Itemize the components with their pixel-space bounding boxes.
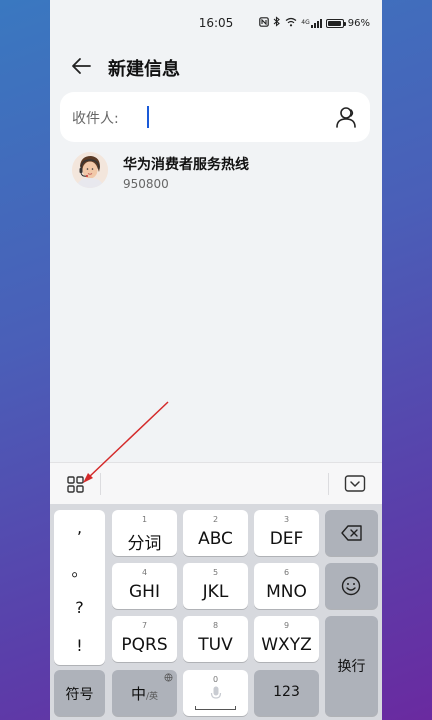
key-number: 9 (283, 621, 290, 630)
recipient-label: 收件人: (72, 111, 119, 127)
contact-suggestion[interactable]: 华为消费者服务热线 950800 (60, 146, 370, 200)
key-3[interactable]: 3 DEF (254, 510, 319, 556)
language-switch-key[interactable]: 中/英 (112, 670, 177, 716)
keyboard-toolbar (50, 462, 382, 504)
signal-icon: 4G (301, 18, 322, 28)
key-2[interactable]: 2 ABC (183, 510, 248, 556)
person-icon (336, 107, 356, 128)
enter-key-label: 换行 (337, 659, 366, 675)
language-switch-label: 中/英 (112, 683, 177, 704)
key-number: 2 (212, 515, 219, 524)
back-button[interactable] (70, 54, 94, 78)
key-label: TUV (198, 635, 233, 655)
keyboard-menu-button[interactable] (66, 475, 86, 495)
space-key[interactable]: 0 (183, 670, 248, 716)
avatar (72, 152, 108, 188)
key-label: 分词 (127, 534, 162, 554)
symbols-key[interactable]: 符号 (54, 670, 105, 716)
microphone-icon (210, 686, 222, 699)
backspace-icon (341, 525, 362, 541)
chinese-label: 中 (130, 685, 146, 703)
key-label: ABC (198, 529, 233, 549)
key-number: 0 (212, 675, 219, 684)
keyboard-collapse-icon (344, 475, 366, 492)
key-number: 4 (141, 568, 148, 577)
bluetooth-icon (273, 16, 281, 30)
header: 新建信息 (50, 48, 382, 84)
recipient-field[interactable]: 收件人: (60, 92, 370, 142)
key-label: DEF (269, 529, 304, 549)
hide-keyboard-button[interactable] (344, 474, 366, 494)
nfc-icon (259, 16, 270, 30)
grid-icon (67, 476, 84, 493)
contact-name: 华为消费者服务热线 (123, 157, 249, 173)
english-label: /英 (145, 692, 159, 702)
period-key[interactable]: 。 (54, 557, 105, 581)
globe-icon (164, 673, 173, 682)
key-4[interactable]: 4 GHI (112, 563, 177, 609)
battery-percent: 96% (347, 17, 370, 29)
key-label: WXYZ (261, 635, 312, 655)
key-8[interactable]: 8 TUV (183, 616, 248, 662)
punctuation-column: , 。 ? ! (54, 510, 105, 665)
numbers-key-label: 123 (273, 684, 300, 700)
enter-key[interactable]: 换行 (325, 616, 378, 716)
symbols-key-label: 符号 (65, 687, 94, 703)
key-number: 8 (212, 621, 219, 630)
key-9[interactable]: 9 WXYZ (254, 616, 319, 662)
toolbar-divider (328, 473, 329, 495)
key-number: 1 (141, 515, 148, 524)
battery-icon (325, 18, 346, 28)
key-1[interactable]: 1 分词 (112, 510, 177, 556)
smiley-icon (341, 576, 361, 596)
contact-picker-button[interactable] (334, 104, 360, 130)
status-bar: 16:05 4G 96% (50, 0, 382, 46)
key-number: 6 (283, 568, 290, 577)
key-label: JKL (202, 582, 229, 602)
numbers-key[interactable]: 123 (254, 670, 319, 716)
contact-number: 950800 (123, 177, 169, 191)
key-number: 3 (283, 515, 290, 524)
exclamation-key[interactable]: ! (54, 636, 105, 655)
page-title: 新建信息 (108, 59, 180, 80)
key-label: PQRS (121, 635, 168, 655)
question-key[interactable]: ? (54, 598, 105, 617)
recipient-input[interactable] (140, 104, 320, 130)
key-label: GHI (129, 582, 160, 602)
wifi-icon (285, 17, 297, 30)
key-5[interactable]: 5 JKL (183, 563, 248, 609)
backspace-key[interactable] (325, 510, 378, 556)
comma-key[interactable]: , (54, 518, 105, 537)
key-label: MNO (266, 582, 307, 602)
toolbar-divider (100, 473, 101, 495)
key-7[interactable]: 7 PQRS (112, 616, 177, 662)
space-bar-line (195, 706, 236, 710)
key-number: 5 (212, 568, 219, 577)
back-arrow-icon (72, 58, 91, 74)
keyboard: , 。 ? ! 1 分词 2 ABC 3 DEF 4 GHI 5 JKL 6 M… (50, 504, 382, 720)
emoji-key[interactable] (325, 563, 378, 609)
status-icons: 4G 96% (259, 16, 370, 30)
service-agent-avatar-icon (72, 152, 108, 188)
key-number: 7 (141, 621, 148, 630)
key-6[interactable]: 6 MNO (254, 563, 319, 609)
text-caret (147, 106, 149, 128)
phone-screen: 16:05 4G 96% 新建信息 收件人: 华为消费者服务热线 950800 … (50, 0, 382, 720)
